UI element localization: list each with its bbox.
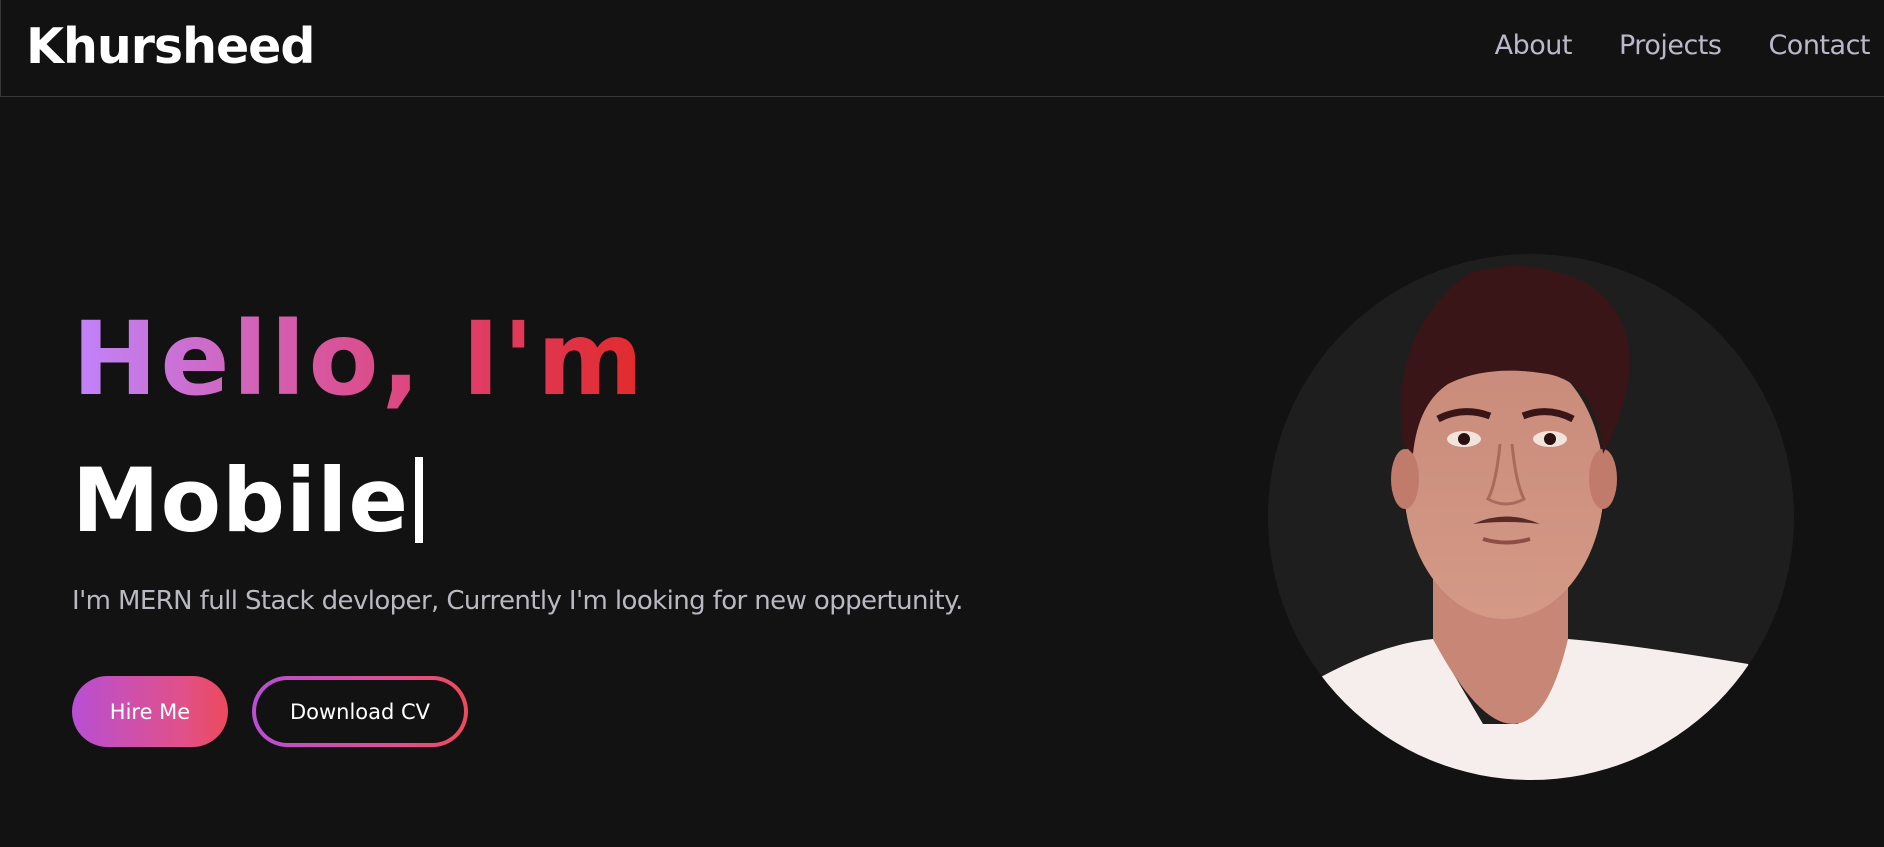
- typed-role-text: Mobile: [72, 449, 410, 552]
- hero-subtitle: I'm MERN full Stack devloper, Currently …: [72, 586, 963, 616]
- brand-logo-text[interactable]: Khursheed: [26, 14, 315, 80]
- typing-cursor: [415, 457, 424, 543]
- download-cv-button[interactable]: Download CV: [256, 680, 464, 743]
- nav-link-about[interactable]: About: [1495, 26, 1573, 66]
- navbar: Khursheed About Projects Contact: [0, 0, 1884, 97]
- hire-me-button[interactable]: Hire Me: [72, 676, 228, 747]
- profile-avatar: [1268, 254, 1794, 780]
- typed-role: Mobile: [72, 446, 424, 556]
- profile-photo: [1268, 266, 1794, 780]
- nav-link-contact[interactable]: Contact: [1768, 26, 1870, 66]
- nav-link-projects[interactable]: Projects: [1619, 26, 1722, 66]
- download-cv-button-border[interactable]: Download CV: [252, 676, 468, 747]
- hero-greeting: Hello, I'm: [72, 300, 647, 419]
- nav-links: About Projects Contact: [1448, 26, 1871, 66]
